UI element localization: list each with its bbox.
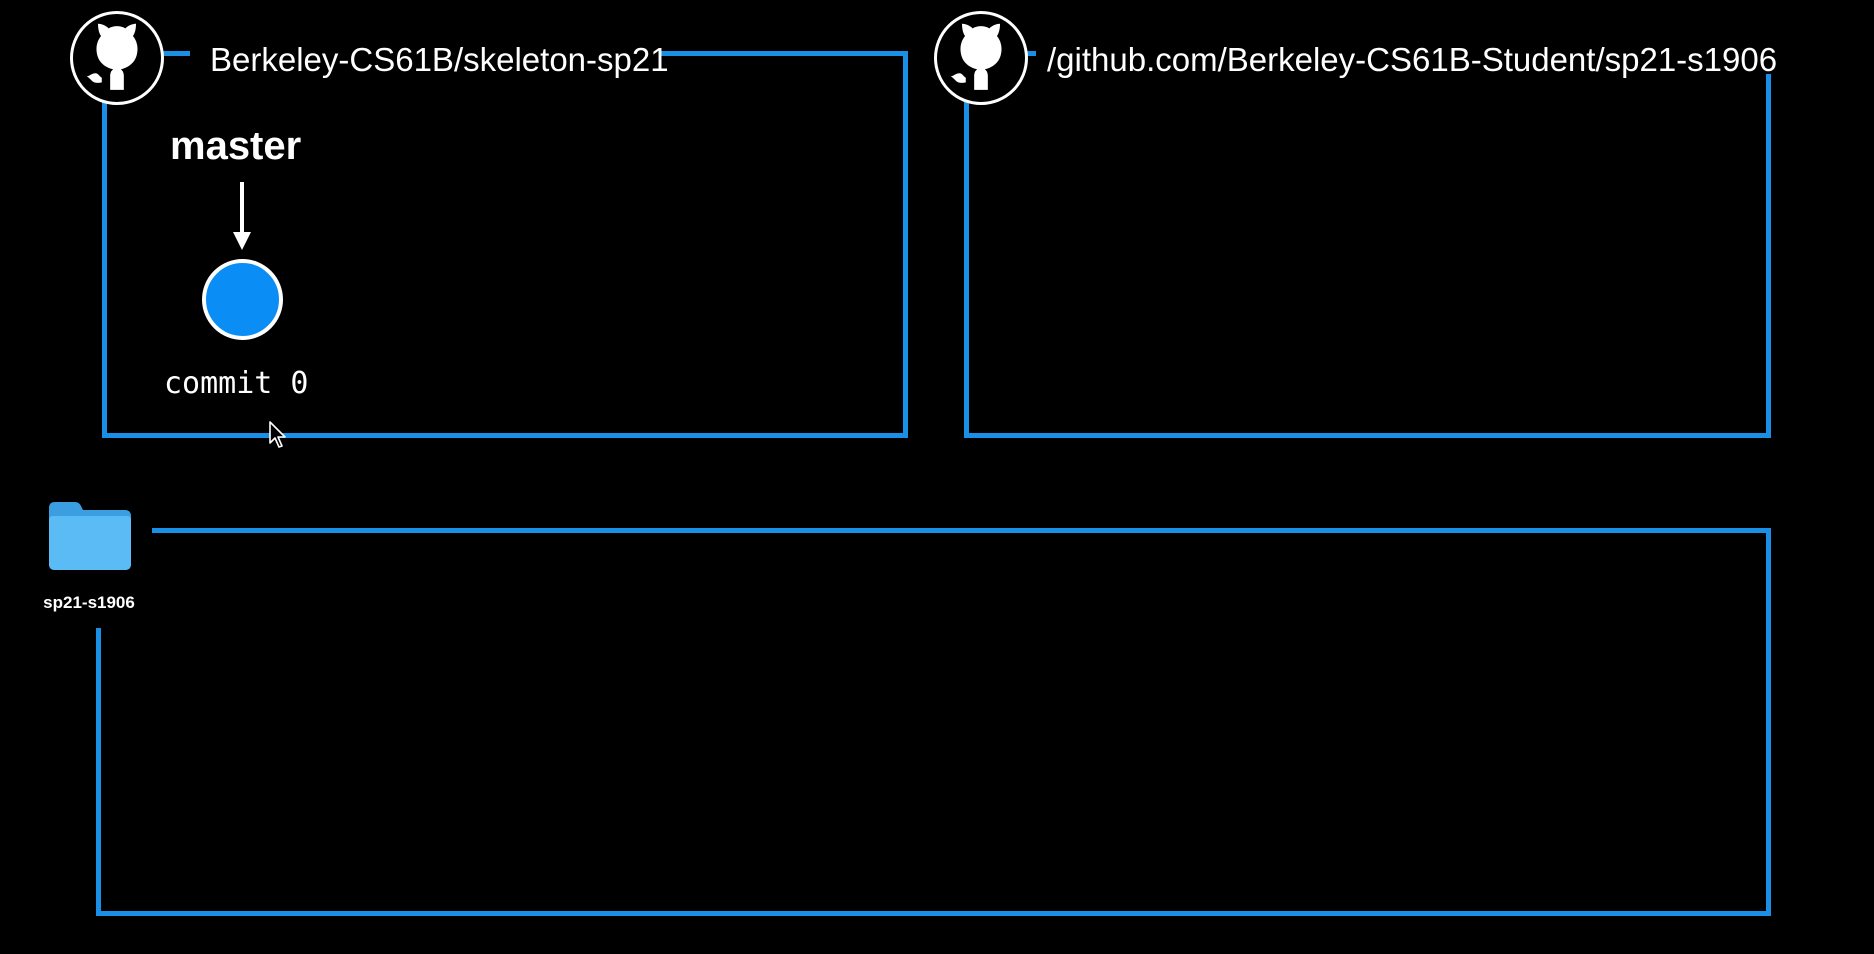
commit-label: commit 0	[164, 366, 309, 401]
github-octocat-icon	[934, 11, 1028, 105]
remote-student-box	[964, 51, 1771, 438]
local-folder-label: sp21-s1906	[43, 593, 135, 612]
branch-label-master: master	[170, 124, 302, 168]
local-repo-box	[96, 528, 1771, 916]
folder-icon	[49, 502, 131, 570]
arrow-down-icon	[233, 182, 251, 250]
mouse-cursor-icon	[269, 421, 286, 448]
remote-student-title: /github.com/Berkeley-CS61B-Student/sp21-…	[1047, 41, 1778, 78]
commit-node	[202, 259, 283, 340]
github-octocat-icon	[70, 11, 164, 105]
remote-skeleton-title: Berkeley-CS61B/skeleton-sp21	[210, 41, 669, 78]
